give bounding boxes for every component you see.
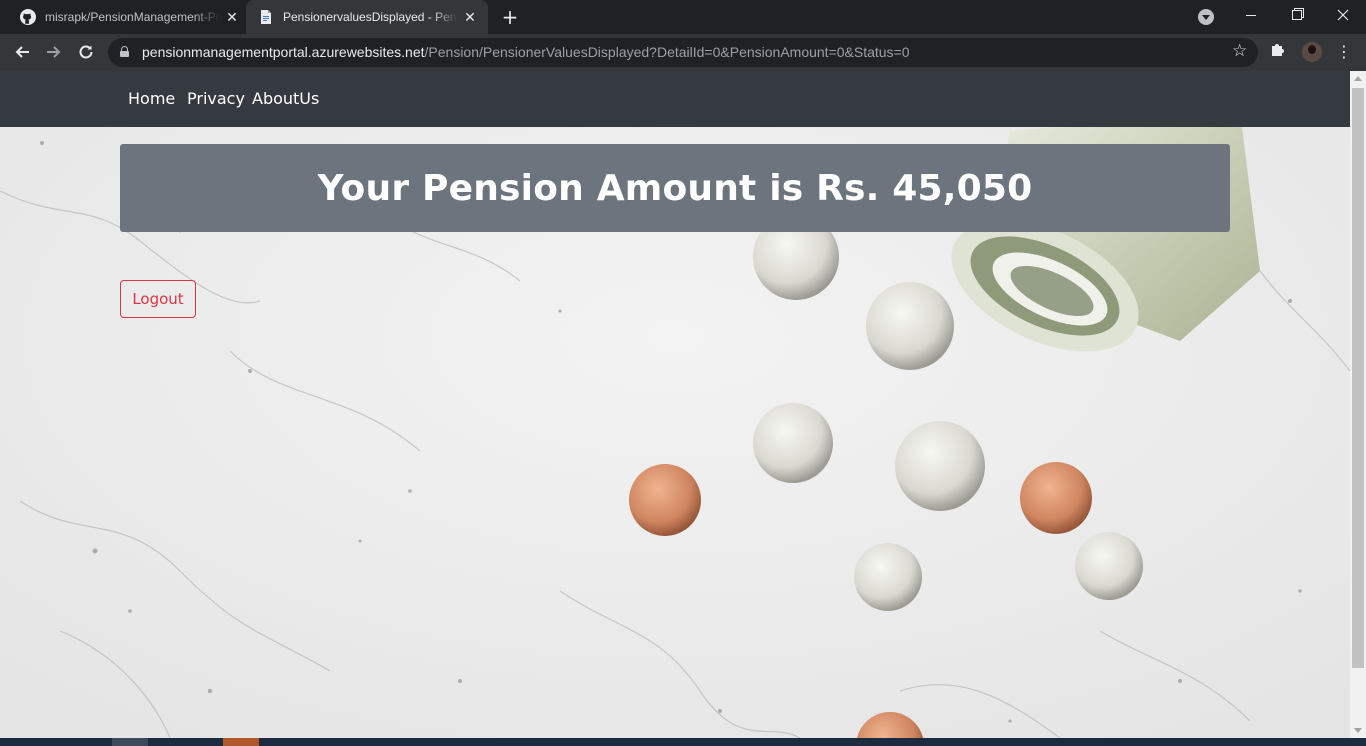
pension-amount-heading: Your Pension Amount is Rs. 45,050	[317, 167, 1033, 209]
scroll-up-icon[interactable]	[1354, 76, 1362, 81]
forward-arrow-icon[interactable]	[40, 38, 68, 66]
browser-tab-strip: misrapk/PensionManagement-Portal ✕ Pensi…	[0, 0, 1366, 34]
window-close-icon[interactable]	[1320, 0, 1366, 30]
menu-kebab-icon[interactable]: ⋮	[1334, 40, 1354, 64]
browser-tab-github[interactable]: misrapk/PensionManagement-Portal ✕	[0, 0, 244, 34]
restore-icon[interactable]	[1274, 0, 1320, 30]
reload-icon[interactable]	[72, 38, 100, 66]
new-tab-icon[interactable]: +	[499, 5, 521, 29]
logout-button[interactable]: Logout	[120, 280, 196, 318]
site-navbar: Home Privacy AboutUs	[0, 71, 1350, 127]
taskbar-item[interactable]	[223, 738, 259, 746]
tab-title: misrapk/PensionManagement-Portal	[45, 10, 220, 24]
browser-toolbar: pensionmanagementportal.azurewebsites.ne…	[0, 34, 1366, 71]
tab-search-icon[interactable]	[1198, 9, 1214, 25]
scrollbar-thumb[interactable]	[1352, 88, 1364, 668]
minimize-icon[interactable]	[1228, 0, 1274, 30]
tab-close-icon[interactable]: ✕	[224, 9, 240, 25]
tab-close-icon[interactable]: ✕	[462, 9, 478, 25]
profile-avatar[interactable]	[1302, 42, 1322, 62]
extensions-puzzle-icon[interactable]	[1270, 41, 1286, 61]
nav-link-privacy[interactable]: Privacy	[187, 89, 245, 108]
nav-link-about-us[interactable]: AboutUs	[252, 89, 319, 108]
tab-title: PensionervaluesDisplayed - PensionManage…	[283, 10, 458, 24]
bookmark-star-icon[interactable]: ☆	[1232, 41, 1247, 61]
pension-amount-banner: Your Pension Amount is Rs. 45,050	[120, 144, 1230, 232]
lock-icon[interactable]	[120, 46, 129, 57]
address-bar[interactable]: pensionmanagementportal.azurewebsites.ne…	[108, 38, 1258, 67]
nav-link-home[interactable]: Home	[128, 89, 175, 108]
taskbar-item[interactable]	[112, 738, 148, 746]
page-scrollbar[interactable]	[1350, 71, 1366, 738]
page-viewport: Home Privacy AboutUs Your Pension Amount…	[0, 71, 1350, 738]
back-arrow-icon[interactable]	[8, 38, 36, 66]
browser-tab-active[interactable]: PensionervaluesDisplayed - PensionManage…	[246, 0, 488, 34]
github-icon	[20, 9, 36, 25]
url-text[interactable]: pensionmanagementportal.azurewebsites.ne…	[142, 44, 910, 60]
document-icon	[258, 9, 274, 25]
os-taskbar	[0, 738, 1366, 746]
scroll-down-icon[interactable]	[1354, 728, 1362, 733]
